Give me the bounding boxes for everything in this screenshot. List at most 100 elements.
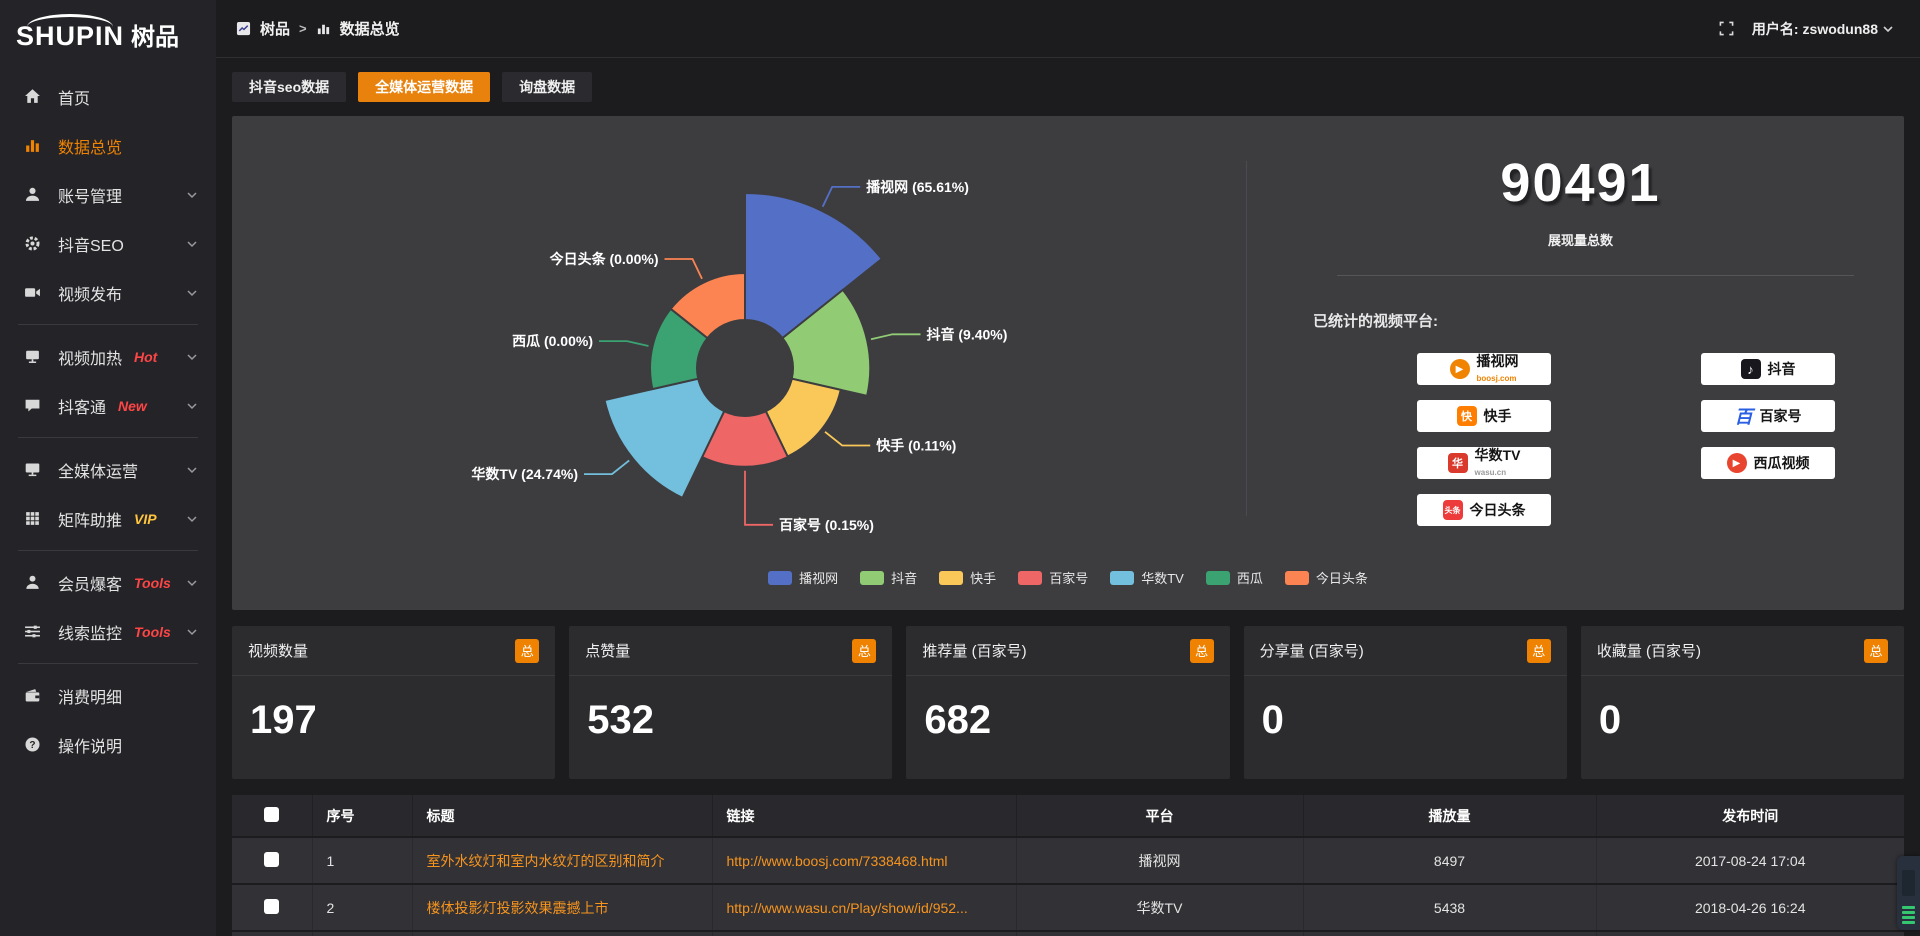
platform-sub: wasu.cn (1475, 468, 1507, 477)
video-url-link[interactable]: http://www.boosj.com/7338468.html (727, 853, 948, 869)
brand-logo[interactable]: SHUPIN 树品 (0, 0, 216, 58)
pie-label: 华数TV (24.74%) (471, 466, 578, 482)
legend-swatch (939, 571, 963, 585)
sidebar-item-home[interactable]: 首页 (0, 72, 216, 121)
platform-name: 抖音 (1768, 362, 1796, 377)
sidebar-item-label: 消费明细 (58, 684, 122, 708)
video-icon (24, 284, 44, 301)
cell-views (1303, 931, 1596, 936)
pie-slice[interactable] (605, 379, 725, 498)
tab-douyin-seo-data[interactable]: 抖音seo数据 (232, 72, 346, 102)
platform-badge-boosj: ▶播视网boosj.com (1417, 353, 1551, 385)
tab-media-operation-data[interactable]: 全媒体运营数据 (358, 72, 490, 102)
legend-item[interactable]: 西瓜 (1206, 568, 1263, 587)
person-icon (24, 574, 44, 591)
legend-item[interactable]: 播视网 (768, 568, 838, 587)
platforms-title: 已统计的视频平台: (1287, 310, 1874, 331)
platform-sub: boosj.com (1477, 374, 1517, 383)
legend-label: 今日头条 (1316, 568, 1368, 587)
video-url-link[interactable]: http://www.wasu.cn/Play/show/id/952... (727, 900, 968, 916)
sidebar-item-account-manage[interactable]: 账号管理 (0, 170, 216, 219)
brand-logo-en: SHUPIN (16, 23, 124, 50)
pie-label-line (584, 460, 629, 474)
legend-label: 快手 (970, 568, 996, 587)
chevron-down-icon (1882, 23, 1894, 35)
row-checkbox[interactable] (264, 852, 279, 867)
sidebar-item-douketong[interactable]: 抖客通New (0, 381, 216, 430)
sidebar-item-label: 首页 (58, 85, 90, 109)
cell-platform (1016, 931, 1303, 936)
legend-item[interactable]: 快手 (939, 568, 996, 587)
brand-logo-cn: 树品 (131, 26, 179, 50)
stat-card-header: 推荐量 (百家号)总 (906, 626, 1229, 676)
sidebar-item-clue-monitor[interactable]: 线索监控Tools (0, 607, 216, 656)
fullscreen-icon[interactable] (1719, 21, 1734, 36)
sidebar-divider (18, 437, 198, 438)
svg-text:?: ? (29, 740, 35, 751)
videos-table: 序号标题链接平台播放量发布时间 1室外水纹灯和室内水纹灯的区别和简介http:/… (232, 795, 1904, 936)
douyin-logo-icon: ♪ (1741, 359, 1761, 379)
chevron-down-icon (186, 287, 198, 299)
sidebar-item-consume-detail[interactable]: 消费明细 (0, 671, 216, 720)
select-all-checkbox[interactable] (264, 807, 279, 822)
trend-icon (236, 21, 251, 36)
total-impressions-value: 90491 (1287, 152, 1874, 214)
widget-bar (1902, 911, 1915, 914)
sidebar-item-data-overview[interactable]: 数据总览 (0, 121, 216, 170)
cell-seq (312, 931, 412, 936)
sidebar-item-matrix-boost[interactable]: 矩阵助推VIP (0, 494, 216, 543)
col-seq: 序号 (312, 795, 412, 837)
sidebar-item-badge: Tools (134, 575, 171, 591)
cell-seq: 2 (312, 884, 412, 931)
sidebar-divider (18, 550, 198, 551)
sidebar-item-video-heat[interactable]: 视频加热Hot (0, 332, 216, 381)
rose-pie-chart: 播视网 (65.61%)抖音 (9.40%)快手 (0.11%)百家号 (0.1… (232, 116, 1246, 564)
video-title-link[interactable]: 室外水纹灯和室内水纹灯的区别和简介 (427, 851, 665, 871)
chevron-down-icon (186, 351, 198, 363)
platform-name: 播视网boosj.com (1477, 354, 1519, 383)
sidebar-item-badge: Hot (134, 349, 157, 365)
table-row: 1室外水纹灯和室内水纹灯的区别和简介http://www.boosj.com/7… (232, 837, 1904, 884)
platforms-grid: ▶播视网boosj.com快快手华华数TVwasu.cn头条今日头条 ♪抖音百百… (1287, 353, 1874, 526)
home-icon (24, 88, 44, 105)
sidebar-divider (18, 324, 198, 325)
pie-label-line (745, 471, 773, 525)
sidebar: SHUPIN 树品 首页数据总览账号管理抖音SEO视频发布视频加热Hot抖客通N… (0, 0, 216, 936)
stat-card-value: 197 (232, 676, 555, 743)
total-badge: 总 (1527, 639, 1551, 663)
col-time: 发布时间 (1596, 795, 1904, 837)
tab-inquiry-data[interactable]: 询盘数据 (502, 72, 592, 102)
legend-swatch (1110, 571, 1134, 585)
widget-bar (1902, 921, 1915, 924)
breadcrumb-root[interactable]: 树品 (260, 18, 290, 39)
platform-badge-xigua: ▶西瓜视频 (1701, 447, 1835, 479)
legend-item[interactable]: 抖音 (860, 568, 917, 587)
sliders-icon (24, 623, 44, 640)
sidebar-item-video-publish[interactable]: 视频发布 (0, 268, 216, 317)
sidebar-item-label: 全媒体运营 (58, 458, 138, 482)
sidebar-item-label: 矩阵助推 (58, 507, 122, 531)
sidebar-item-media-operation[interactable]: 全媒体运营 (0, 445, 216, 494)
legend-item[interactable]: 华数TV (1110, 568, 1184, 587)
legend-item[interactable]: 今日头条 (1285, 568, 1368, 587)
sidebar-item-douyin-seo[interactable]: 抖音SEO (0, 219, 216, 268)
video-title-link[interactable]: 楼体投影灯投影效果震撼上市 (427, 898, 609, 918)
cell-views: 5438 (1303, 884, 1596, 931)
row-checkbox[interactable] (264, 899, 279, 914)
stat-card-header: 收藏量 (百家号)总 (1581, 626, 1904, 676)
scroll-assistant-widget[interactable] (1897, 856, 1920, 930)
cell-time: 2017-08-24 17:04 (1596, 837, 1904, 884)
gear-icon (24, 235, 44, 252)
pie-label-line (825, 432, 870, 446)
user-menu[interactable]: 用户名: zswodun88 (1752, 19, 1894, 39)
stat-cards-row: 视频数量总197点赞量总532推荐量 (百家号)总682分享量 (百家号)总0收… (232, 626, 1904, 779)
legend-item[interactable]: 百家号 (1018, 568, 1088, 587)
sidebar-item-manual[interactable]: ?操作说明 (0, 720, 216, 769)
stat-card-label: 收藏量 (百家号) (1597, 640, 1701, 661)
table-body: 1室外水纹灯和室内水纹灯的区别和简介http://www.boosj.com/7… (232, 837, 1904, 936)
stat-card-like-count: 点赞量总532 (569, 626, 892, 779)
cell-platform: 播视网 (1016, 837, 1303, 884)
cell-platform: 华数TV (1016, 884, 1303, 931)
chevron-down-icon (186, 189, 198, 201)
sidebar-item-member-baoke[interactable]: 会员爆客Tools (0, 558, 216, 607)
